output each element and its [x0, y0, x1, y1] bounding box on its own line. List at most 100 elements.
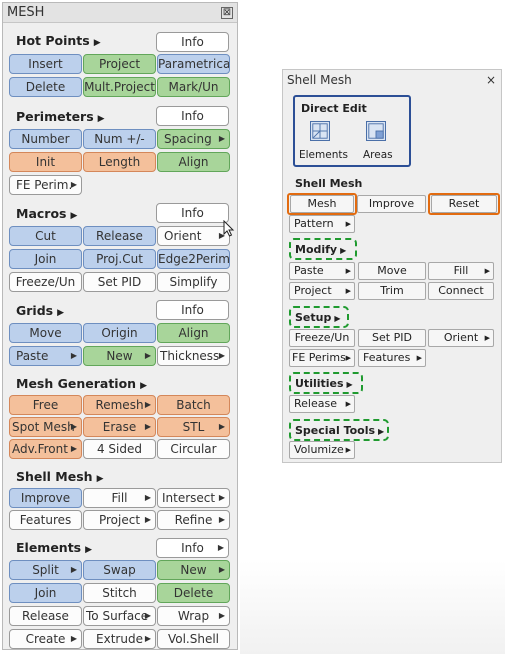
parametrical-button[interactable]: Parametrical: [157, 54, 230, 74]
insert-button[interactable]: Insert: [9, 54, 82, 74]
elements-info-button[interactable]: Info: [156, 538, 229, 558]
setup-fe-perims-button[interactable]: FE Perims: [289, 349, 355, 367]
macros-info-button[interactable]: Info: [156, 203, 229, 223]
create-button[interactable]: Create: [9, 629, 82, 649]
modify-trim-button[interactable]: Trim: [358, 282, 426, 300]
to-surface-button[interactable]: To Surface: [83, 606, 156, 626]
section-hot-points[interactable]: Hot Points ▶: [16, 33, 101, 48]
elements-join-button[interactable]: Join: [9, 583, 82, 603]
delete-button[interactable]: Delete: [9, 77, 82, 97]
section-macros[interactable]: Macros ▶: [16, 206, 77, 221]
section-elements[interactable]: Elements ▶: [16, 540, 92, 555]
align-button[interactable]: Align: [157, 152, 230, 172]
section-shell-mesh[interactable]: Shell Mesh ▶: [16, 469, 103, 484]
fill-button[interactable]: Fill: [83, 488, 156, 508]
perimeters-info-button[interactable]: Info: [156, 106, 229, 126]
num-plus-minus-button[interactable]: Num +/-: [83, 129, 156, 149]
special-tools-heading[interactable]: Special Tools ▶: [295, 424, 384, 437]
elements-icon[interactable]: [310, 121, 330, 141]
number-button[interactable]: Number: [9, 129, 82, 149]
expand-arrow-icon: ▶: [96, 474, 104, 484]
thickness-button[interactable]: Thickness: [157, 346, 230, 366]
vol-shell-button[interactable]: Vol.Shell: [157, 629, 230, 649]
setup-features-button[interactable]: Features: [358, 349, 426, 367]
hot-points-info-button[interactable]: Info: [156, 32, 229, 52]
shell-title-bar[interactable]: Shell Mesh ×: [283, 70, 501, 90]
stitch-button[interactable]: Stitch: [83, 583, 156, 603]
modify-paste-button[interactable]: Paste: [289, 262, 355, 280]
spot-mesh-button[interactable]: Spot Mesh: [9, 417, 82, 437]
shell-mesh-button[interactable]: Mesh: [290, 195, 354, 213]
elements-new-button[interactable]: New: [157, 560, 230, 580]
grids-info-button[interactable]: Info: [156, 300, 229, 320]
setup-heading[interactable]: Setup ▶: [295, 311, 341, 324]
init-button[interactable]: Init: [9, 152, 82, 172]
circular-button[interactable]: Circular: [157, 439, 230, 459]
reset-button[interactable]: Reset: [431, 195, 497, 213]
features-button[interactable]: Features: [9, 510, 82, 530]
improve-button[interactable]: Improve: [9, 488, 82, 508]
areas-label[interactable]: Areas: [363, 149, 393, 161]
shell-project-button[interactable]: Project: [83, 510, 156, 530]
edge2perim-button[interactable]: Edge2Perim.: [157, 249, 230, 269]
mark-un-button[interactable]: Mark/Un: [157, 77, 230, 97]
elements-delete-button[interactable]: Delete: [157, 583, 230, 603]
release-button[interactable]: Release: [83, 226, 156, 246]
elements-label[interactable]: Elements: [299, 149, 348, 161]
grid-align-button[interactable]: Align: [157, 323, 230, 343]
length-button[interactable]: Length: [83, 152, 156, 172]
setup-set-pid-button[interactable]: Set PID: [358, 329, 426, 347]
swap-button[interactable]: Swap: [83, 560, 156, 580]
modify-move-button[interactable]: Move: [358, 262, 426, 280]
move-button[interactable]: Move: [9, 323, 82, 343]
volumize-button[interactable]: Volumize: [289, 441, 355, 459]
expand-arrow-icon: ▶: [340, 246, 347, 255]
set-pid-button[interactable]: Set PID: [83, 272, 156, 292]
free-button[interactable]: Free: [9, 395, 82, 415]
modify-heading[interactable]: Modify ▶: [295, 243, 346, 256]
section-mesh-generation[interactable]: Mesh Generation ▶: [16, 376, 147, 391]
setup-orient-button[interactable]: Orient: [428, 329, 494, 347]
simplify-button[interactable]: Simplify: [157, 272, 230, 292]
pattern-button[interactable]: Pattern: [289, 215, 355, 233]
origin-button[interactable]: Origin: [83, 323, 156, 343]
batch-button[interactable]: Batch: [157, 395, 230, 415]
utilities-heading[interactable]: Utilities ▶: [295, 377, 353, 390]
paste-button[interactable]: Paste: [9, 346, 82, 366]
freeze-un-button[interactable]: Freeze/Un: [9, 272, 82, 292]
join-button[interactable]: Join: [9, 249, 82, 269]
modify-connect-button[interactable]: Connect: [428, 282, 494, 300]
areas-icon[interactable]: [366, 121, 386, 141]
refine-button[interactable]: Refine: [157, 510, 230, 530]
fe-perim-button[interactable]: FE Perim.: [9, 175, 82, 195]
split-button[interactable]: Split: [9, 560, 82, 580]
expand-arrow-icon: ▶: [85, 545, 93, 555]
shell-improve-button[interactable]: Improve: [357, 195, 426, 213]
setup-freeze-un-button[interactable]: Freeze/Un: [289, 329, 355, 347]
section-perimeters[interactable]: Perimeters ▶: [16, 109, 105, 124]
spacing-button[interactable]: Spacing: [157, 129, 230, 149]
stl-button[interactable]: STL: [157, 417, 230, 437]
adv-front-button[interactable]: Adv.Front: [9, 439, 82, 459]
grid-new-button[interactable]: New: [83, 346, 156, 366]
four-sided-button[interactable]: 4 Sided: [83, 439, 156, 459]
elements-release-button[interactable]: Release: [9, 606, 82, 626]
erase-button[interactable]: Erase: [83, 417, 156, 437]
remesh-button[interactable]: Remesh: [83, 395, 156, 415]
orient-button[interactable]: Orient: [157, 226, 230, 246]
utilities-release-button[interactable]: Release: [289, 395, 355, 413]
modify-project-button[interactable]: Project: [289, 282, 355, 300]
close-icon[interactable]: ×: [486, 73, 496, 87]
intersect-button[interactable]: Intersect: [157, 488, 230, 508]
expand-arrow-icon: ▶: [346, 380, 353, 389]
modify-fill-button[interactable]: Fill: [428, 262, 494, 280]
project-button[interactable]: Project: [83, 54, 156, 74]
extrude-button[interactable]: Extrude: [83, 629, 156, 649]
wrap-button[interactable]: Wrap: [157, 606, 230, 626]
cut-button[interactable]: Cut: [9, 226, 82, 246]
mult-project-button[interactable]: Mult.Project: [83, 77, 156, 97]
close-icon[interactable]: ⊠: [221, 7, 233, 19]
section-grids[interactable]: Grids ▶: [16, 303, 64, 318]
proj-cut-button[interactable]: Proj.Cut: [83, 249, 156, 269]
mesh-title-bar[interactable]: MESH ⊠: [3, 3, 237, 23]
